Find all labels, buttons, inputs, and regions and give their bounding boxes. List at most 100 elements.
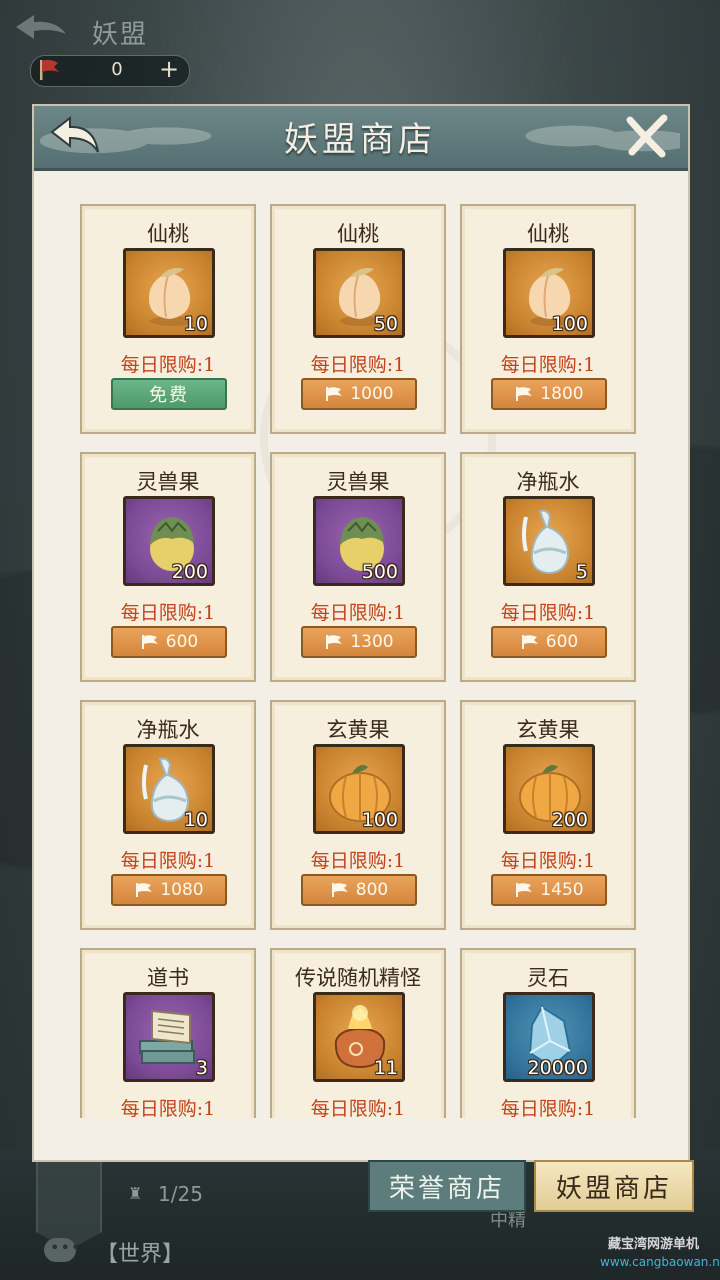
price-label: 1080 bbox=[160, 880, 204, 900]
item-quantity: 11 bbox=[373, 1057, 398, 1079]
tab-honor-shop[interactable]: 荣誉商店 bbox=[368, 1160, 526, 1212]
add-currency-button[interactable]: + bbox=[156, 56, 182, 82]
item-quantity: 20000 bbox=[527, 1057, 588, 1079]
watermark-name: 藏宝湾网游单机 bbox=[608, 1237, 700, 1252]
flag-currency-icon bbox=[331, 883, 348, 897]
progress-text: 1/25 bbox=[158, 1182, 203, 1206]
panel-title: 妖盟商店 bbox=[284, 120, 436, 160]
shop-item-card[interactable]: 仙桃 50 每日限购:1 1000 bbox=[270, 204, 446, 434]
daily-limit-text: 每日限购:1 bbox=[310, 354, 406, 376]
item-quantity: 500 bbox=[361, 561, 398, 583]
daily-limit-text: 每日限购:1 bbox=[120, 354, 216, 376]
item-name: 净瓶水 bbox=[516, 470, 580, 494]
guild-badge bbox=[36, 1160, 102, 1250]
back-arrow-icon[interactable] bbox=[12, 12, 70, 42]
item-icon-frame[interactable]: 20000 bbox=[503, 992, 595, 1082]
item-name: 灵兽果 bbox=[326, 470, 390, 494]
item-quantity: 200 bbox=[551, 809, 588, 831]
shop-item-card[interactable]: 灵石 20000 每日限购:1 bbox=[460, 948, 636, 1118]
buy-button[interactable]: 1080 bbox=[111, 874, 227, 906]
item-icon-frame[interactable]: 500 bbox=[313, 496, 405, 586]
close-button[interactable] bbox=[622, 112, 672, 160]
flag-currency-icon bbox=[326, 635, 343, 649]
buy-button[interactable]: 800 bbox=[301, 874, 417, 906]
item-quantity: 10 bbox=[183, 809, 208, 831]
item-name: 净瓶水 bbox=[136, 718, 200, 742]
item-quantity: 100 bbox=[361, 809, 398, 831]
buy-button[interactable]: 1000 bbox=[301, 378, 417, 410]
item-name: 玄黄果 bbox=[326, 718, 390, 742]
item-icon-frame[interactable]: 100 bbox=[503, 248, 595, 338]
price-label: 1450 bbox=[540, 880, 584, 900]
item-grid: 仙桃 10 每日限购:1 免费 仙桃 50 每日限购:1 1000 仙桃 100… bbox=[34, 168, 688, 1118]
item-icon-frame[interactable]: 50 bbox=[313, 248, 405, 338]
item-icon-frame[interactable]: 200 bbox=[123, 496, 215, 586]
item-name: 玄黄果 bbox=[516, 718, 580, 742]
watermark-url: www.cangbaowan.net bbox=[600, 1255, 720, 1269]
item-icon-frame[interactable]: 100 bbox=[313, 744, 405, 834]
item-icon-frame[interactable]: 10 bbox=[123, 248, 215, 338]
price-label: 1000 bbox=[350, 384, 394, 404]
buy-button[interactable]: 1300 bbox=[301, 626, 417, 658]
free-claim-button[interactable]: 免费 bbox=[111, 378, 227, 410]
item-name: 仙桃 bbox=[527, 222, 569, 246]
item-name: 灵兽果 bbox=[136, 470, 200, 494]
currency-value: 0 bbox=[111, 59, 123, 80]
flag-currency-icon bbox=[516, 387, 533, 401]
daily-limit-text: 每日限购:1 bbox=[500, 354, 596, 376]
page-title: 妖盟 bbox=[92, 20, 149, 50]
item-icon-frame[interactable]: 11 bbox=[313, 992, 405, 1082]
chat-channel-label[interactable]: 【世界】 bbox=[96, 1236, 184, 1268]
daily-limit-text: 每日限购:1 bbox=[310, 602, 406, 624]
shop-item-card[interactable]: 道书 3 每日限购:1 bbox=[80, 948, 256, 1118]
item-quantity: 50 bbox=[373, 313, 398, 335]
item-name: 传说随机精怪 bbox=[295, 966, 421, 990]
item-icon-frame[interactable]: 5 bbox=[503, 496, 595, 586]
item-name: 仙桃 bbox=[147, 222, 189, 246]
price-label: 600 bbox=[545, 632, 579, 652]
shop-item-card[interactable]: 净瓶水 10 每日限购:1 1080 bbox=[80, 700, 256, 930]
shop-item-card[interactable]: 传说随机精怪 11 每日限购:1 bbox=[270, 948, 446, 1118]
shop-item-card[interactable]: 灵兽果 200 每日限购:1 600 bbox=[80, 452, 256, 682]
flag-currency-icon bbox=[141, 635, 158, 649]
daily-limit-text: 每日限购:1 bbox=[120, 850, 216, 872]
shop-item-card[interactable]: 仙桃 10 每日限购:1 免费 bbox=[80, 204, 256, 434]
item-icon-frame[interactable]: 10 bbox=[123, 744, 215, 834]
item-icon-frame[interactable]: 200 bbox=[503, 744, 595, 834]
shop-item-card[interactable]: 净瓶水 5 每日限购:1 600 bbox=[460, 452, 636, 682]
buy-button[interactable]: 1800 bbox=[491, 378, 607, 410]
item-quantity: 5 bbox=[575, 561, 588, 583]
daily-limit-text: 每日限购:1 bbox=[500, 602, 596, 624]
shop-item-card[interactable]: 玄黄果 200 每日限购:1 1450 bbox=[460, 700, 636, 930]
item-name: 灵石 bbox=[527, 966, 569, 990]
item-name: 仙桃 bbox=[337, 222, 379, 246]
shop-item-card[interactable]: 仙桃 100 每日限购:1 1800 bbox=[460, 204, 636, 434]
daily-limit-text: 每日限购:1 bbox=[120, 602, 216, 624]
tab-yaomeng-shop[interactable]: 妖盟商店 bbox=[534, 1160, 694, 1212]
flag-currency-icon bbox=[516, 883, 533, 897]
chat-dots-icon: ••• bbox=[50, 1238, 82, 1257]
buy-button[interactable]: 1450 bbox=[491, 874, 607, 906]
vase-water-icon bbox=[512, 505, 586, 577]
shop-item-card[interactable]: 灵兽果 500 每日限购:1 1300 bbox=[270, 452, 446, 682]
shop-item-card[interactable]: 玄黄果 100 每日限购:1 800 bbox=[270, 700, 446, 930]
price-label: 1800 bbox=[540, 384, 584, 404]
daily-limit-text: 每日限购:1 bbox=[120, 1098, 216, 1118]
back-button[interactable] bbox=[46, 112, 102, 160]
buy-button[interactable]: 600 bbox=[111, 626, 227, 658]
item-name: 道书 bbox=[147, 966, 189, 990]
price-label: 1300 bbox=[350, 632, 394, 652]
flag-currency-icon bbox=[326, 387, 343, 401]
flag-currency-icon bbox=[521, 635, 538, 649]
flag-currency-icon bbox=[136, 883, 153, 897]
item-quantity: 200 bbox=[171, 561, 208, 583]
item-quantity: 100 bbox=[551, 313, 588, 335]
trophy-icon: ♜ bbox=[128, 1184, 143, 1203]
item-quantity: 10 bbox=[183, 313, 208, 335]
buy-button[interactable]: 600 bbox=[491, 626, 607, 658]
daily-limit-text: 每日限购:1 bbox=[310, 1098, 406, 1118]
price-label: 800 bbox=[355, 880, 389, 900]
item-icon-frame[interactable]: 3 bbox=[123, 992, 215, 1082]
price-label: 免费 bbox=[149, 385, 189, 406]
top-bar: 妖盟 bbox=[0, 0, 720, 60]
